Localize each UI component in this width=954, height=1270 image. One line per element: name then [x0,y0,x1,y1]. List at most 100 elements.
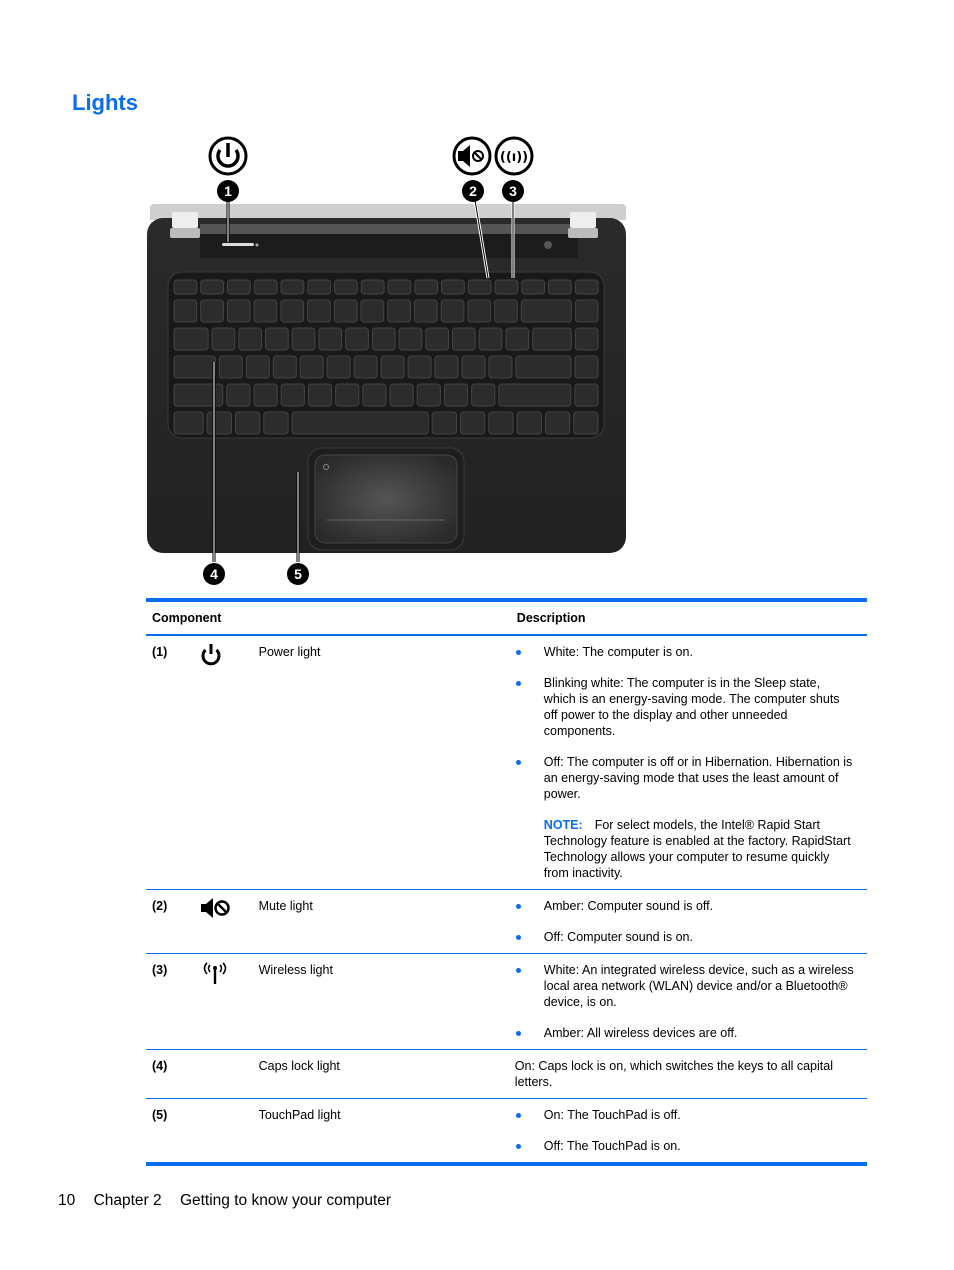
laptop-lights-figure: ((ı)) 1 2 3 4 5 [140,130,640,590]
component-name: Mute light [258,899,313,913]
right-hinge [570,212,596,228]
keyboard-key [440,299,465,323]
keyboard-key [307,299,331,323]
svg-text:3: 3 [509,183,517,199]
keyboard-key [227,279,251,295]
page-number: 10 [58,1192,76,1209]
page-title: Lights [72,90,138,115]
keyboard-key [291,327,316,351]
keyboard-key [299,355,324,379]
keyboard-key [280,299,305,323]
keyboard-key [407,355,432,379]
component-name: Caps lock light [258,1059,340,1073]
note-label: NOTE: [543,818,583,832]
keyboard-key [333,299,358,323]
keyboard-key [280,383,305,407]
header-component: Component [152,611,222,625]
keyboard-key [387,279,412,295]
callout-icon-power [208,136,248,176]
component-name: TouchPad light [258,1108,341,1122]
row-number: (2) [152,899,168,913]
callout-1: 1 [217,180,239,202]
keyboard-key [307,383,333,407]
keyboard-key [253,299,278,323]
keyboard-key [467,279,492,295]
power-button [222,243,254,246]
keyboard-key [461,355,486,379]
keyboard-key [173,355,216,379]
component-description: Amber: Computer sound is off. Off: Compu… [511,890,867,954]
left-hinge [172,212,198,228]
keyboard-key [235,411,261,435]
touchpad [314,454,458,544]
table-row: (4) Caps lock light On: Caps lock is on,… [146,1050,867,1099]
keyboard-key [441,279,465,295]
component-name: Power light [258,645,321,659]
page-footer: 10 Chapter 2 Getting to know your comput… [58,1192,405,1210]
keyboard-key [471,383,496,407]
keyboard-key [494,279,519,295]
keyboard-key [326,355,351,379]
keyboard-key [574,355,599,379]
callout-icon-wireless: ((ı)) [494,136,534,176]
row-number: (4) [152,1059,168,1073]
note: NOTE: For select models, the Intel® Rapid… [515,817,855,881]
header-description: Description [516,611,586,625]
keyboard-key [226,383,251,407]
component-description: On: Caps lock is on, which switches the … [514,1059,833,1089]
keyboard-key [521,279,546,295]
keyboard-key [544,411,571,435]
keyboard-key [211,327,236,351]
lid-edge [150,204,626,220]
keyboard-key [431,411,458,435]
keyboard-key [360,299,385,323]
chapter-label: Chapter 2 [93,1192,162,1209]
keyboard-key [498,383,572,407]
keyboard-key [516,411,542,435]
callout-2: 2 [462,180,484,202]
mute-icon [201,898,230,918]
keyboard-key [505,327,530,351]
keyboard-key [362,383,387,407]
hinge-strip [200,224,578,234]
keyboard-key [345,327,369,351]
keyboard-key [494,299,518,323]
callout-4: 4 [203,563,225,585]
component-description: On: The TouchPad is off. Off: The TouchP… [511,1099,867,1165]
description-bullet: Amber: All wireless devices are off. [515,1025,855,1041]
description-bullet: Off: Computer sound is on. [515,929,855,945]
description-bullet: Amber: Computer sound is off. [515,898,855,914]
chapter-title: Getting to know your computer [179,1192,392,1209]
keyboard-key [488,355,513,379]
keyboard-key [398,327,423,351]
keyboard-key [200,299,224,323]
keyboard-key [353,355,378,379]
keyboard-key [272,355,297,379]
svg-text:4: 4 [210,566,218,582]
keyboard-key [173,327,209,351]
keyboard-key [387,299,411,323]
lights-table: Component Description (1) Power light Wh… [146,598,867,1166]
keyboard-key [574,327,599,351]
keyboard-key [443,383,469,407]
keyboard-key [574,279,599,295]
description-bullet: On: The TouchPad is off. [515,1107,855,1123]
keyboard-key [280,279,305,295]
callout-icon-mute [452,136,492,176]
keyboard-key [200,279,225,295]
camera-dot [544,241,552,249]
table-row: (3) Wireless light White: An integrated … [146,954,867,1050]
row-number: (5) [152,1108,168,1122]
row-number: (1) [152,645,168,659]
table-header-row: Component Description [146,600,867,635]
keyboard-key [515,355,572,379]
keyboard-key [434,355,459,379]
keyboard-key [265,327,289,351]
component-description: White: An integrated wireless device, su… [511,954,867,1050]
keyboard-key [460,411,486,435]
callout-3: 3 [502,180,524,202]
svg-text:1: 1 [224,183,232,199]
svg-text:2: 2 [469,183,477,199]
keyboard-key [520,299,572,323]
row-number: (3) [152,963,168,977]
